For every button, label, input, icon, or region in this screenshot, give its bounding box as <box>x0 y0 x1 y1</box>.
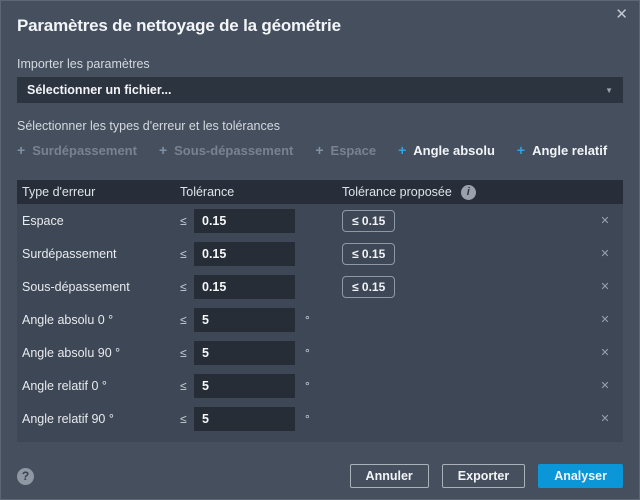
error-type-toggle[interactable]: + Angle absolu <box>398 142 495 158</box>
error-type-label: Angle absolu 0 ° <box>22 312 114 327</box>
remove-row-icon[interactable]: ✕ <box>595 280 615 293</box>
table-row: Angle absolu 90 ° ≤ ° ✕ <box>17 336 623 369</box>
table-row: Angle relatif 0 ° ≤ ° ✕ <box>17 369 623 402</box>
error-types-label: Sélectionner les types d'erreur et les t… <box>17 119 280 133</box>
operator-label: ≤ <box>180 411 187 426</box>
error-type-toggle-label: Sous-dépassement <box>174 142 294 158</box>
error-type-toggle-label: Surdépassement <box>32 142 137 158</box>
plus-icon: + <box>158 142 168 158</box>
proposed-tolerance-button[interactable]: ≤ 0.15 <box>342 275 396 298</box>
tolerance-input[interactable] <box>194 340 295 365</box>
error-type-label: Surdépassement <box>22 246 117 261</box>
remove-row-icon[interactable]: ✕ <box>595 247 615 260</box>
proposed-tolerance-button[interactable]: ≤ 0.15 <box>342 209 396 232</box>
error-type-toggle-label: Angle relatif <box>532 142 608 158</box>
error-type-toggle-bar: + Surdépassement + Sous-dépassement + Es… <box>17 142 623 158</box>
tolerances-table: Type d'erreur Tolérance Tolérance propos… <box>17 180 623 442</box>
unit-label: ° <box>305 378 310 393</box>
proposed-tolerance-cell: ≤ 0.15 <box>342 275 396 298</box>
table-row: Surdépassement ≤ ≤ 0.15 ✕ <box>17 237 623 270</box>
column-header-tolerance: Tolérance <box>180 185 235 199</box>
import-parameters-label: Importer les paramètres <box>17 57 150 71</box>
plus-icon: + <box>315 142 324 158</box>
tolerance-input[interactable] <box>194 406 295 431</box>
error-type-label: Angle relatif 0 ° <box>22 378 107 393</box>
geometry-cleanup-dialog: ✕ Paramètres de nettoyage de la géométri… <box>0 0 640 500</box>
error-type-label: Angle absolu 90 ° <box>22 345 121 360</box>
error-type-toggle-label: Angle absolu <box>413 142 495 158</box>
tolerance-input[interactable] <box>194 241 295 266</box>
tolerance-input[interactable] <box>194 307 295 332</box>
table-row: Angle relatif 90 ° ≤ ° ✕ <box>17 402 623 435</box>
remove-row-icon[interactable]: ✕ <box>595 214 615 227</box>
error-type-toggle[interactable]: + Angle relatif <box>517 142 607 158</box>
error-type-toggle[interactable]: + Espace <box>315 142 376 158</box>
error-type-label: Sous-dépassement <box>22 279 130 294</box>
tolerance-input[interactable] <box>194 274 295 299</box>
cancel-button[interactable]: Annuler <box>349 464 429 488</box>
operator-label: ≤ <box>180 246 187 261</box>
remove-row-icon[interactable]: ✕ <box>595 379 615 392</box>
file-select-dropdown[interactable]: Sélectionner un fichier... ▼ <box>17 77 623 103</box>
error-type-toggle[interactable]: + Sous-dépassement <box>159 142 293 158</box>
unit-label: ° <box>305 411 310 426</box>
error-type-toggle-label: Espace <box>330 142 377 158</box>
remove-row-icon[interactable]: ✕ <box>595 313 615 326</box>
table-row: Angle absolu 0 ° ≤ ° ✕ <box>17 303 623 336</box>
close-icon[interactable]: ✕ <box>615 7 628 22</box>
info-icon[interactable]: i <box>460 184 476 200</box>
error-type-label: Angle relatif 90 ° <box>22 411 114 426</box>
operator-label: ≤ <box>180 312 187 327</box>
proposed-tolerance-cell: ≤ 0.15 <box>342 242 396 265</box>
remove-row-icon[interactable]: ✕ <box>595 412 615 425</box>
chevron-down-icon: ▼ <box>605 85 613 95</box>
operator-label: ≤ <box>180 345 187 360</box>
remove-row-icon[interactable]: ✕ <box>595 346 615 359</box>
table-body: Espace ≤ ≤ 0.15 ✕ Surdépassement ≤ ≤ 0.1… <box>17 204 623 442</box>
plus-icon: + <box>17 142 26 158</box>
analyze-button[interactable]: Analyser <box>538 464 623 488</box>
dialog-title: Paramètres de nettoyage de la géométrie <box>17 16 341 35</box>
unit-label: ° <box>305 312 310 327</box>
plus-icon: + <box>398 142 407 158</box>
operator-label: ≤ <box>180 279 187 294</box>
unit-label: ° <box>305 345 310 360</box>
table-row: Sous-dépassement ≤ ≤ 0.15 ✕ <box>17 270 623 303</box>
help-icon[interactable]: ? <box>17 467 34 485</box>
export-button[interactable]: Exporter <box>441 464 526 488</box>
error-type-toggle[interactable]: + Surdépassement <box>17 142 137 158</box>
error-type-label: Espace <box>22 213 64 228</box>
operator-label: ≤ <box>180 213 187 228</box>
tolerance-input[interactable] <box>194 208 295 233</box>
table-row: Espace ≤ ≤ 0.15 ✕ <box>17 204 623 237</box>
dialog-footer: ? Annuler Exporter Analyser <box>17 464 623 488</box>
proposed-tolerance-cell: ≤ 0.15 <box>342 209 396 232</box>
column-header-proposed: Tolérance proposée <box>342 185 452 199</box>
operator-label: ≤ <box>180 378 187 393</box>
column-header-type: Type d'erreur <box>22 185 96 199</box>
proposed-tolerance-button[interactable]: ≤ 0.15 <box>342 242 396 265</box>
file-select-value: Sélectionner un fichier... <box>27 83 172 97</box>
plus-icon: + <box>516 142 526 158</box>
table-header: Type d'erreur Tolérance Tolérance propos… <box>17 180 623 204</box>
tolerance-input[interactable] <box>194 373 295 398</box>
